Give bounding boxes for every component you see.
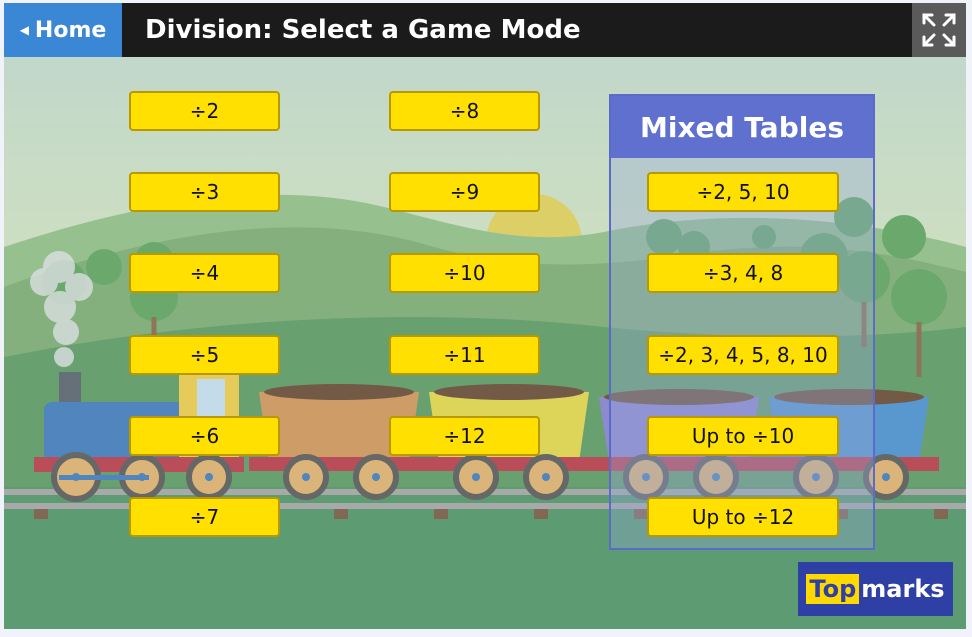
home-label: Home	[34, 17, 107, 43]
table-button-div-8[interactable]: ÷8	[389, 91, 540, 131]
table-button-div-2[interactable]: ÷2	[129, 91, 280, 131]
home-button[interactable]: ◀ Home	[4, 3, 122, 57]
mixed-button-3-4-8[interactable]: ÷3, 4, 8	[647, 253, 839, 293]
table-button-div-5[interactable]: ÷5	[129, 335, 280, 375]
mixed-button-up-to-12[interactable]: Up to ÷12	[647, 497, 839, 537]
mixed-button-2-3-4-5-8-10[interactable]: ÷2, 3, 4, 5, 8, 10	[647, 335, 839, 375]
mixed-tables-title: Mixed Tables	[611, 96, 873, 158]
fullscreen-icon	[922, 13, 956, 47]
logo-marks: marks	[861, 575, 945, 603]
mixed-tables-panel: Mixed Tables	[609, 94, 875, 550]
table-button-div-4[interactable]: ÷4	[129, 253, 280, 293]
game-scene: ÷2 ÷3 ÷4 ÷5 ÷6 ÷7 ÷8 ÷9 ÷10 ÷11 ÷12 Mixe…	[4, 57, 966, 629]
table-button-div-10[interactable]: ÷10	[389, 253, 540, 293]
game-frame: ◀ Home Division: Select a Game Mode ÷2 ÷…	[4, 3, 966, 629]
table-button-div-9[interactable]: ÷9	[389, 172, 540, 212]
back-arrow-icon: ◀	[19, 23, 29, 37]
logo-top: Top	[806, 574, 860, 604]
mixed-button-2-5-10[interactable]: ÷2, 5, 10	[647, 172, 839, 212]
topmarks-logo[interactable]: Top marks	[798, 562, 953, 616]
mixed-button-up-to-10[interactable]: Up to ÷10	[647, 416, 839, 456]
fullscreen-button[interactable]	[912, 3, 966, 57]
table-button-div-3[interactable]: ÷3	[129, 172, 280, 212]
table-button-div-12[interactable]: ÷12	[389, 416, 540, 456]
table-button-div-7[interactable]: ÷7	[129, 497, 280, 537]
table-button-div-11[interactable]: ÷11	[389, 335, 540, 375]
top-bar: ◀ Home Division: Select a Game Mode	[4, 3, 966, 57]
page-title: Division: Select a Game Mode	[145, 15, 581, 45]
table-button-div-6[interactable]: ÷6	[129, 416, 280, 456]
